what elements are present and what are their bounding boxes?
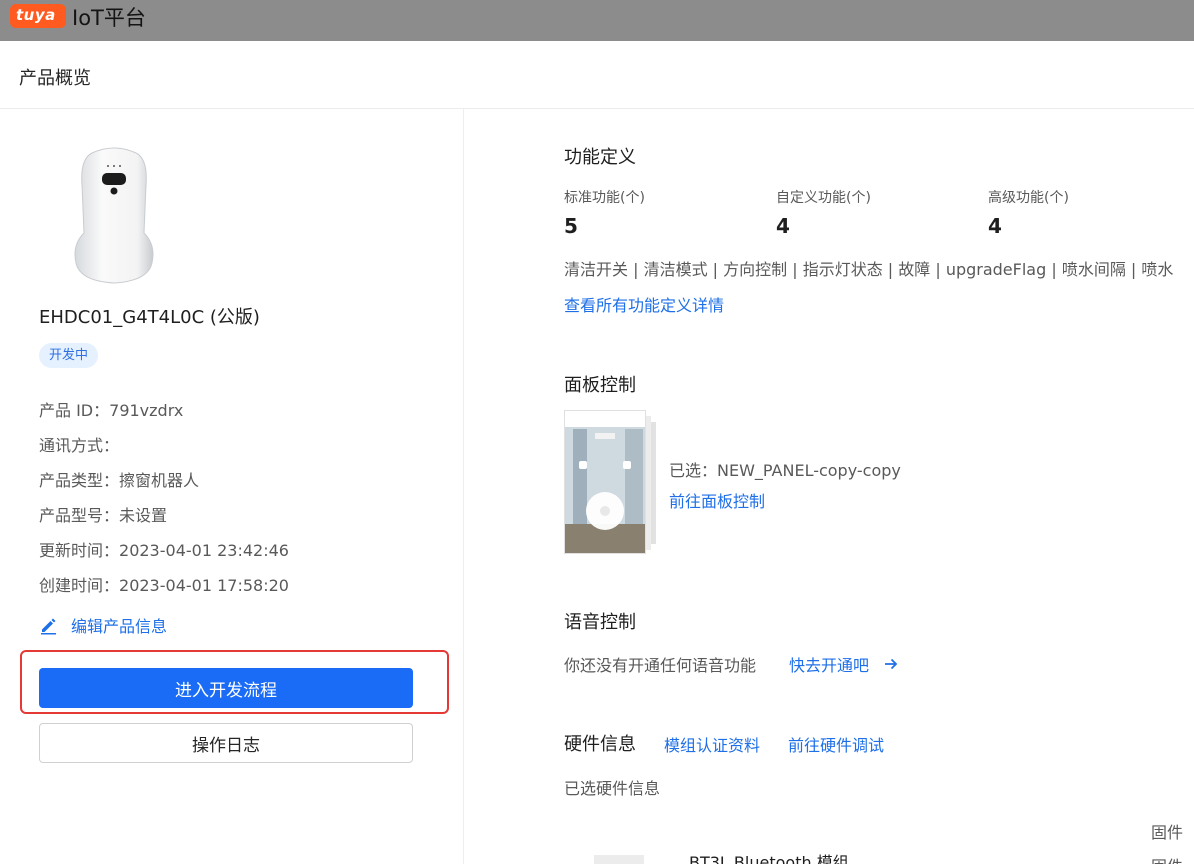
enter-dev-flow-button[interactable]: 进入开发流程 xyxy=(39,668,413,708)
panel-selected-value: NEW_PANEL-copy-copy xyxy=(717,461,901,480)
info-create-time: 创建时间：2023-04-01 17:58:20 xyxy=(39,572,289,596)
selected-hardware-info: 已选硬件信息 xyxy=(564,779,661,798)
operation-log-button[interactable]: 操作日志 xyxy=(39,723,413,763)
hardware-debug-link[interactable]: 前往硬件调试 xyxy=(788,732,884,756)
module-image xyxy=(594,855,644,864)
arrow-right-icon xyxy=(885,658,898,670)
stat-advanced-value: 4 xyxy=(988,214,1002,238)
firmware-label: 固件 xyxy=(1151,823,1184,842)
module-name: BT3L Bluetooth 模组 xyxy=(689,853,849,864)
column-divider xyxy=(463,109,464,864)
phone-panel-screenshot-icon xyxy=(565,411,645,553)
stat-advanced-label: 高级功能(个) xyxy=(988,190,1069,206)
module-cert-link[interactable]: 模组认证资料 xyxy=(664,732,760,756)
window-cleaning-robot-icon xyxy=(74,147,154,284)
info-label: 更新时间： xyxy=(39,541,120,560)
enable-voice-link[interactable]: 快去开通吧 xyxy=(789,652,899,676)
top-bar: tuya IoT平台 xyxy=(0,0,1194,41)
info-value: 2023-04-01 23:42:46 xyxy=(119,541,289,560)
stat-standard-label: 标准功能(个) xyxy=(564,190,645,206)
tuya-logo[interactable]: tuya xyxy=(10,4,66,28)
info-label: 创建时间： xyxy=(39,576,120,595)
panel-title: 面板控制 xyxy=(564,375,636,396)
status-badge: 开发中 xyxy=(39,343,99,368)
view-function-details-link[interactable]: 查看所有功能定义详情 xyxy=(564,292,724,316)
info-communication: 通讯方式： xyxy=(39,432,119,456)
page-header: 产品概览 xyxy=(0,41,1194,109)
page-title: 产品概览 xyxy=(19,68,91,89)
hardware-title: 硬件信息 xyxy=(564,734,636,755)
edit-product-info-link[interactable]: 编辑产品信息 xyxy=(39,612,167,638)
info-value: 擦窗机器人 xyxy=(119,471,200,490)
panel-selected-label: 已选： xyxy=(669,461,718,480)
stat-custom-label: 自定义功能(个) xyxy=(776,190,871,206)
panel-preview-thumbnail xyxy=(564,410,646,554)
firmware-label: 固件 xyxy=(1151,853,1183,864)
pencil-icon xyxy=(41,618,56,635)
info-product-id: 产品 ID：791vzdrx xyxy=(39,397,183,421)
function-list: 清洁开关 | 清洁模式 | 方向控制 | 指示灯状态 | 故障 | upgrad… xyxy=(564,260,1174,279)
voice-desc: 你还没有开通任何语音功能 xyxy=(564,656,757,675)
info-update-time: 更新时间：2023-04-01 23:42:46 xyxy=(39,537,289,561)
goto-panel-control-link[interactable]: 前往面板控制 xyxy=(669,488,765,512)
info-value: 未设置 xyxy=(119,506,168,525)
info-value: 2023-04-01 17:58:20 xyxy=(119,576,289,595)
info-product-type: 产品类型：擦窗机器人 xyxy=(39,467,199,491)
functions-title: 功能定义 xyxy=(564,147,636,168)
info-value: 791vzdrx xyxy=(109,401,184,420)
stat-custom-value: 4 xyxy=(776,214,790,238)
info-label: 产品 ID： xyxy=(39,401,110,420)
info-label: 通讯方式： xyxy=(39,436,120,455)
info-label: 产品类型： xyxy=(39,471,120,490)
product-image xyxy=(72,145,156,285)
stat-standard-value: 5 xyxy=(564,214,578,238)
panel-selected: 已选：NEW_PANEL-copy-copy xyxy=(669,457,901,481)
enable-voice-label: 快去开通吧 xyxy=(789,656,870,675)
info-product-model: 产品型号：未设置 xyxy=(39,502,167,526)
panel-preview[interactable] xyxy=(564,410,656,556)
voice-title: 语音控制 xyxy=(564,612,636,633)
info-label: 产品型号： xyxy=(39,506,120,525)
product-name: EHDC01_G4T4L0C (公版) xyxy=(39,307,260,328)
platform-title: IoT平台 xyxy=(72,6,146,30)
edit-link-label: 编辑产品信息 xyxy=(71,617,168,636)
logo-text: tuya xyxy=(16,6,56,24)
